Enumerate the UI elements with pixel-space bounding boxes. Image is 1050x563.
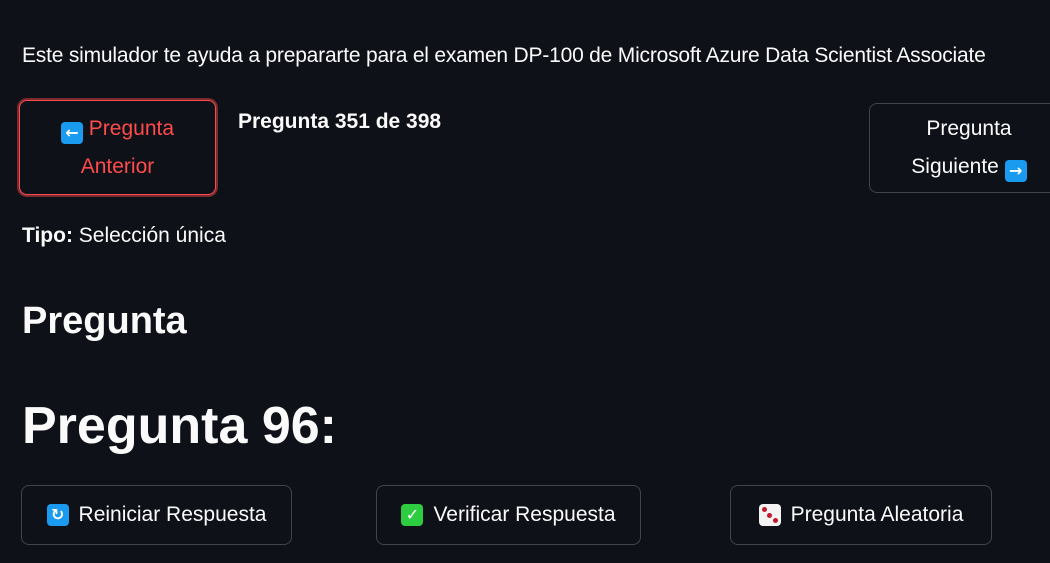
next-button-line2: Siguiente → (911, 148, 1027, 186)
next-button-line1: Pregunta (926, 117, 1012, 140)
section-heading: Pregunta (22, 300, 187, 342)
page: Este simulador te ayuda a prepararte par… (0, 0, 1050, 563)
question-type: Tipo: Selección única (22, 224, 226, 248)
previous-button-line2: Anterior (80, 154, 155, 178)
verify-answer-label: Verificar Respuesta (433, 503, 616, 526)
reset-answer-button[interactable]: ↻ Reiniciar Respuesta (21, 485, 292, 545)
question-type-value: Selección única (78, 224, 226, 247)
random-question-button[interactable]: Pregunta Aleatoria (730, 485, 992, 545)
previous-question-button[interactable]: ← Pregunta Anterior (19, 100, 216, 195)
question-type-label: Tipo: (22, 224, 73, 247)
check-icon: ✓ (401, 504, 424, 526)
verify-answer-button[interactable]: ✓ Verificar Respuesta (376, 485, 641, 545)
intro-text: Este simulador te ayuda a prepararte par… (22, 44, 986, 67)
next-question-button[interactable]: Pregunta Siguiente → (869, 103, 1050, 193)
refresh-icon: ↻ (46, 504, 69, 526)
right-arrow-icon: → (1004, 160, 1027, 182)
left-arrow-icon: ← (60, 121, 83, 144)
random-question-label: Pregunta Aleatoria (790, 503, 964, 526)
previous-button-line1: ← Pregunta (60, 110, 174, 148)
question-title: Pregunta 96: (22, 397, 337, 455)
question-counter: Pregunta 351 de 398 (238, 110, 442, 133)
dice-icon (758, 504, 781, 526)
reset-answer-label: Reiniciar Respuesta (78, 503, 267, 526)
